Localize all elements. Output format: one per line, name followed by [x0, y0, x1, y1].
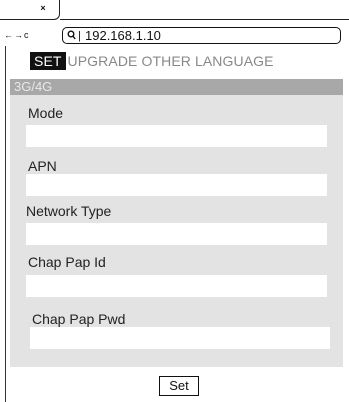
apn-field[interactable] [26, 174, 327, 196]
chap-pap-id-field[interactable] [26, 275, 327, 297]
browser-toolbar: ← → c | 192.168.1.10 [0, 26, 349, 46]
back-icon[interactable]: ← [4, 28, 13, 42]
settings-panel: 3G/4G Mode APN Network Type Chap Pap Id … [10, 79, 343, 367]
mode-label: Mode [28, 105, 64, 121]
network-type-field[interactable] [26, 223, 327, 245]
address-bar[interactable]: | 192.168.1.10 [62, 27, 341, 44]
set-button[interactable]: Set [159, 376, 199, 396]
close-tab-icon[interactable]: × [38, 3, 48, 13]
forward-icon[interactable]: → [14, 28, 23, 42]
menu-item-other[interactable]: OTHER [141, 52, 191, 70]
menu-item-upgrade[interactable]: UPGRADE [68, 52, 138, 70]
url-text[interactable]: 192.168.1.10 [85, 29, 161, 43]
tab-strip-divider [60, 19, 349, 20]
page-left-border [5, 46, 6, 402]
chap-pap-pwd-label: Chap Pap Pwd [32, 311, 126, 327]
tab-strip: × [0, 0, 349, 26]
browser-tab[interactable]: × [0, 0, 60, 20]
apn-label: APN [28, 158, 57, 174]
cursor-caret: | [78, 30, 81, 42]
menu-item-set[interactable]: SET [30, 52, 66, 70]
mode-field[interactable] [26, 125, 327, 147]
network-type-label: Network Type [26, 203, 112, 219]
search-icon [67, 30, 76, 40]
chap-pap-id-label: Chap Pap Id [28, 254, 106, 270]
chap-pap-pwd-field[interactable] [30, 327, 330, 349]
menu-item-language[interactable]: LANGUAGE [195, 52, 274, 70]
main-menu: SET UPGRADE OTHER LANGUAGE [30, 52, 278, 70]
panel-title: 3G/4G [10, 79, 343, 95]
reload-icon[interactable]: c [24, 28, 29, 42]
